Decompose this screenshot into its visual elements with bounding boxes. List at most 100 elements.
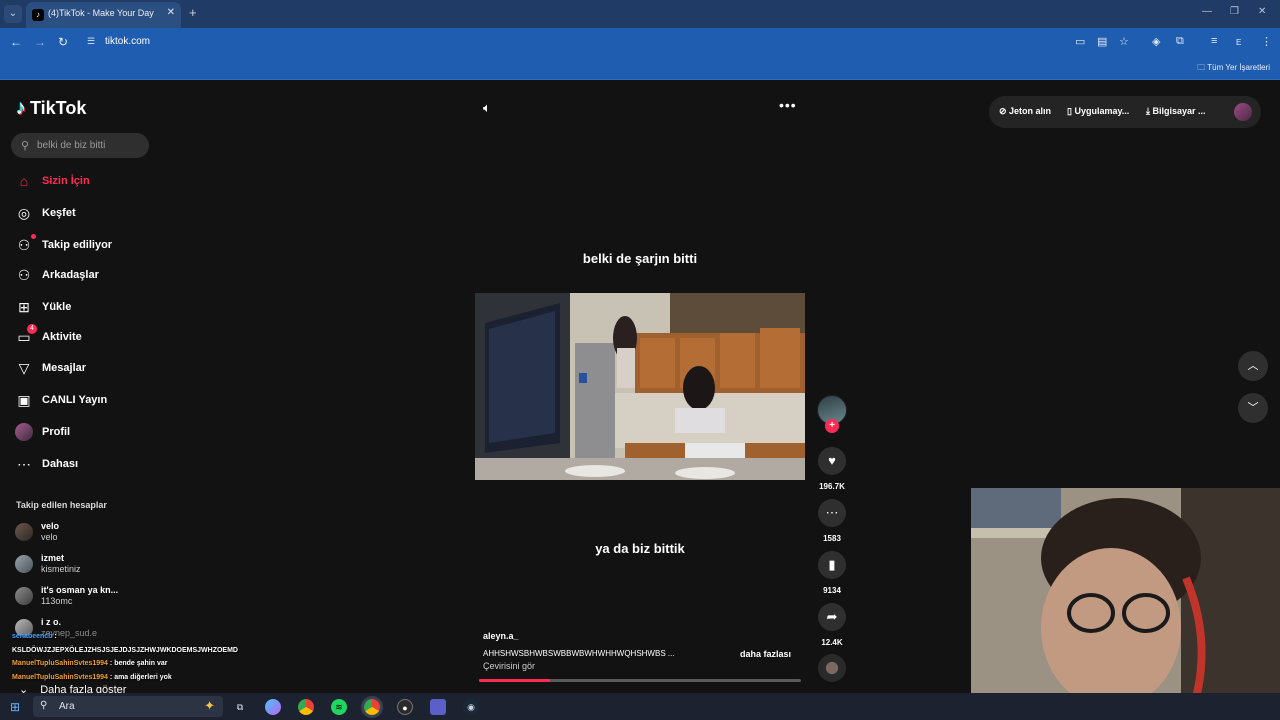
extensions-puzzle-icon[interactable]: ⧉ bbox=[1176, 35, 1184, 48]
activity-badge: 4 bbox=[27, 324, 37, 334]
description-more-link[interactable]: daha fazlası bbox=[740, 649, 791, 659]
nav-label: Keşfet bbox=[42, 207, 76, 219]
reload-icon[interactable]: ↻ bbox=[58, 35, 68, 49]
account-avatar bbox=[15, 523, 33, 541]
obs-icon[interactable]: ● bbox=[397, 699, 413, 715]
steam-icon[interactable]: ◉ bbox=[463, 699, 479, 715]
following-account[interactable]: izmet kismetiniz bbox=[15, 553, 81, 575]
more-options-icon[interactable]: ••• bbox=[779, 97, 797, 113]
nav-label: CANLI Yayın bbox=[42, 394, 108, 406]
account-handle: velo bbox=[41, 532, 58, 542]
nav-explore[interactable]: ◎ Keşfet bbox=[15, 203, 76, 223]
tiktok-logo[interactable]: ♪ TikTok bbox=[16, 97, 86, 120]
activity-icon: ▭ 4 bbox=[15, 324, 37, 346]
follow-plus-icon[interactable]: + bbox=[825, 419, 839, 433]
task-view-icon[interactable]: ⧉ bbox=[232, 699, 248, 715]
chrome-icon[interactable] bbox=[298, 699, 314, 715]
comment-icon[interactable]: ⋯ bbox=[818, 499, 846, 527]
translate-icon[interactable]: ▤ bbox=[1097, 35, 1107, 48]
bookmark-icon[interactable]: ▮ bbox=[818, 551, 846, 579]
nav-label: Arkadaşlar bbox=[42, 269, 99, 281]
get-coins-button[interactable]: ⊘ Jeton alın bbox=[999, 106, 1051, 117]
nav-messages[interactable]: ▽ Mesajlar bbox=[15, 358, 86, 378]
desktop-app-label: Bilgisayar ... bbox=[1152, 106, 1206, 116]
more-icon: ⋯ bbox=[17, 456, 31, 472]
nav-label: Takip ediliyor bbox=[42, 239, 113, 251]
desktop-app-button[interactable]: ⤓ Bilgisayar ... bbox=[1146, 106, 1206, 117]
browser-tab-bar: ⌄ ♪ (4)TikTok - Make Your Day ✕ + — ❐ ✕ bbox=[0, 0, 1280, 28]
top-right-actions: ⊘ Jeton alın ▯ Uygulamay... ⤓ Bilgisayar… bbox=[989, 96, 1261, 128]
extension-shield-icon[interactable]: ◈ bbox=[1152, 35, 1160, 48]
teams-icon[interactable] bbox=[430, 699, 446, 715]
all-bookmarks-button[interactable]: 🗀 Tüm Yer İşaretleri bbox=[1197, 62, 1270, 76]
site-info-icon[interactable]: ☰ bbox=[87, 36, 95, 47]
share-count: 12.4K bbox=[821, 638, 843, 647]
profile-icon[interactable]: E bbox=[1236, 38, 1241, 47]
nav-label: Aktivite bbox=[42, 331, 82, 343]
tab-search-button[interactable]: ⌄ bbox=[4, 5, 22, 23]
friends-icon: ⚇ bbox=[17, 267, 31, 283]
like-heart-icon[interactable]: ♥ bbox=[818, 447, 846, 475]
restore-icon[interactable]: ❐ bbox=[1230, 6, 1239, 17]
browser-toolbar: ← → ↻ ☰ tiktok.com ▭ ▤ ☆ ◈ ⧉ ≡ E ⋮ bbox=[0, 28, 1280, 56]
video-author[interactable]: aleyn.a_ bbox=[483, 631, 519, 641]
chat-message: ManuelTupluSahinSvtes1994 : ama diğerler… bbox=[12, 673, 172, 681]
minimize-icon[interactable]: — bbox=[1202, 6, 1212, 17]
nav-upload[interactable]: ⊞ Yükle bbox=[15, 297, 71, 317]
nav-activity[interactable]: ▭ 4 Aktivite bbox=[15, 324, 82, 347]
nav-following[interactable]: ⚇ Takip ediliyor bbox=[15, 234, 113, 255]
back-icon[interactable]: ← bbox=[10, 35, 22, 49]
chrome-active-icon[interactable] bbox=[364, 699, 380, 715]
menu-kebab-icon[interactable]: ⋮ bbox=[1261, 35, 1272, 48]
nav-label: Dahası bbox=[42, 458, 79, 470]
share-arrow-icon[interactable]: ➦ bbox=[818, 603, 846, 631]
volume-icon[interactable]: 🔈︎ bbox=[483, 100, 491, 116]
chat-message-text: KSLDÖWJZJEPXÖLEJZHSJSJEJDJSJZHWJWKDOEMSJ… bbox=[12, 646, 238, 654]
chat-user: ManuelTupluSahinSvtes1994 bbox=[12, 660, 108, 667]
comment-count: 1583 bbox=[823, 534, 841, 543]
music-disc-icon[interactable] bbox=[818, 654, 846, 682]
following-account[interactable]: it's osman ya kn... 113omc bbox=[15, 585, 118, 607]
spotify-icon[interactable]: ≋ bbox=[331, 699, 347, 715]
user-avatar[interactable] bbox=[1234, 103, 1252, 121]
chat-message-text: ama diğerleri yok bbox=[114, 673, 172, 681]
get-app-label: Uygulamay... bbox=[1074, 106, 1130, 116]
browser-tab[interactable]: ♪ (4)TikTok - Make Your Day ✕ bbox=[26, 2, 181, 28]
tab-close-icon[interactable]: ✕ bbox=[167, 7, 175, 18]
bookmark-star-icon[interactable]: ☆ bbox=[1119, 35, 1129, 48]
previous-video-chevron-up-icon[interactable]: ︿ bbox=[1238, 351, 1268, 381]
copilot-icon[interactable] bbox=[265, 699, 281, 715]
webcam-image bbox=[971, 488, 1280, 720]
next-video-chevron-down-icon[interactable]: ﹀ bbox=[1238, 393, 1268, 423]
search-text: belki de biz bitti bbox=[37, 140, 106, 151]
new-tab-button[interactable]: + bbox=[189, 5, 197, 20]
window-close-icon[interactable]: ✕ bbox=[1258, 6, 1266, 17]
video-scene-image bbox=[475, 293, 805, 480]
video-description: AHHSHWSBHWBSWBBWBWHWHHWQHSHWBS ... bbox=[483, 649, 675, 658]
address-bar[interactable]: ☰ tiktok.com bbox=[80, 31, 1140, 53]
windows-start-icon[interactable]: ⊞ bbox=[10, 700, 20, 714]
nav-label: Mesajlar bbox=[42, 362, 87, 374]
chat-message: ManuelTupluSahinSvtes1994 : bende şahin … bbox=[12, 660, 168, 667]
nav-profile[interactable]: Profil bbox=[15, 422, 70, 442]
nav-more[interactable]: ⋯ Dahası bbox=[15, 454, 78, 474]
nav-friends[interactable]: ⚇ Arkadaşlar bbox=[15, 265, 99, 285]
get-app-button[interactable]: ▯ Uygulamay... bbox=[1067, 106, 1129, 117]
video-frame[interactable] bbox=[475, 293, 805, 480]
nav-for-you[interactable]: ⌂ Sizin İçin bbox=[15, 171, 90, 191]
search-input[interactable]: ⚲ belki de biz bitti bbox=[11, 133, 149, 158]
reading-list-icon[interactable]: ≡ bbox=[1211, 35, 1217, 47]
account-avatar bbox=[15, 555, 33, 573]
following-account[interactable]: velo velo bbox=[15, 521, 59, 543]
following-icon: ⚇ bbox=[15, 234, 36, 254]
see-translation-link[interactable]: Çevirisini gör bbox=[483, 661, 535, 671]
account-name: velo bbox=[41, 521, 60, 531]
taskbar-search[interactable]: ⚲ Ara ✦ bbox=[33, 696, 223, 717]
get-coins-label: Jeton alın bbox=[1009, 106, 1052, 116]
forward-icon[interactable]: → bbox=[34, 35, 46, 49]
video-progress-bar[interactable] bbox=[479, 679, 801, 682]
nav-live[interactable]: ▣ CANLI Yayın bbox=[15, 390, 107, 410]
account-avatar bbox=[15, 587, 33, 605]
chat-message: senabeencb : bbox=[12, 633, 57, 640]
cast-icon[interactable]: ▭ bbox=[1075, 35, 1085, 48]
